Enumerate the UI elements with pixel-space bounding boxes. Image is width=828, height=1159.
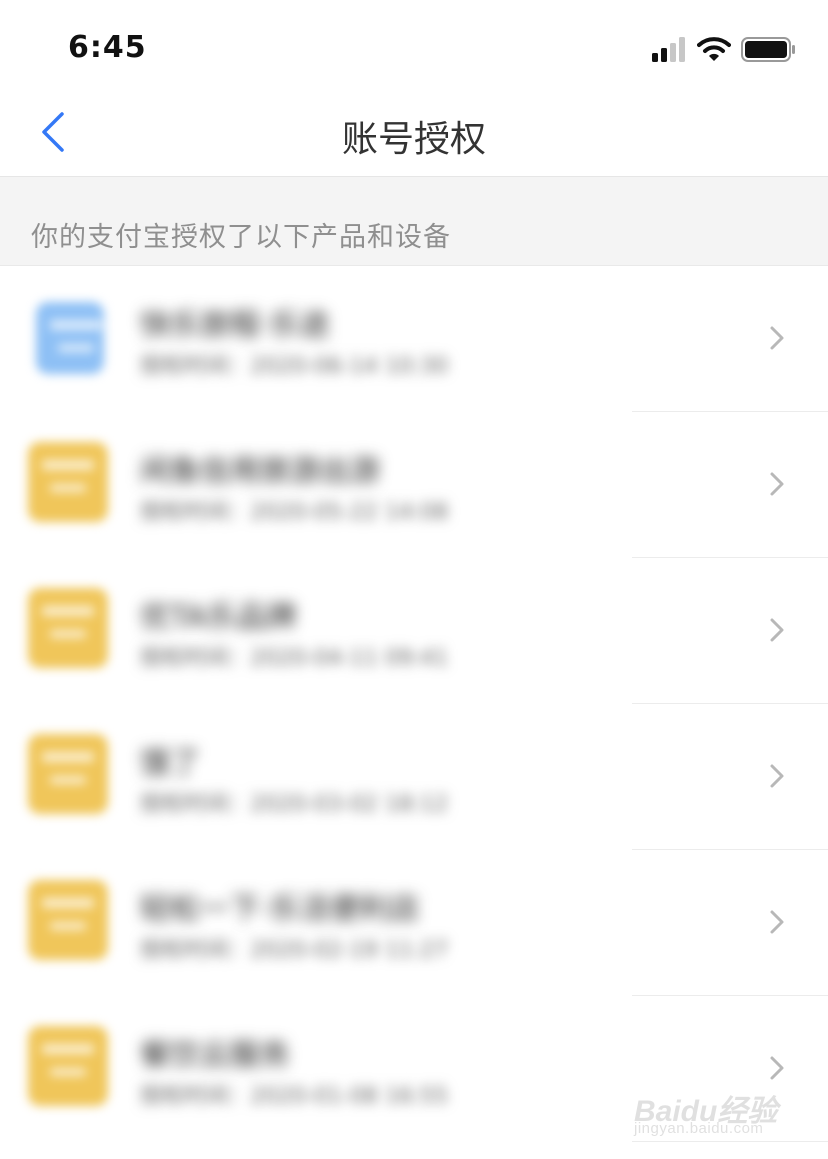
item-subtitle: 授权时间：2020-03-02 18:12 <box>140 792 449 817</box>
item-title: 快乐旅程·乐途 <box>140 308 330 343</box>
app-icon <box>28 1026 108 1106</box>
app-icon <box>36 302 104 374</box>
list-item[interactable]: 快乐旅程·乐途 授权时间：2020-06-14 10:30 <box>0 266 828 412</box>
status-bar: 6:45 <box>0 0 828 96</box>
authorized-app-list: 快乐旅程·乐途 授权时间：2020-06-14 10:30 闲鱼信用旅游出游 授… <box>0 266 828 1142</box>
chevron-right-icon <box>770 910 784 934</box>
section-header: 你的支付宝授权了以下产品和设备 <box>0 177 828 266</box>
cellular-signal-icon <box>652 36 688 62</box>
app-icon <box>28 588 108 668</box>
item-subtitle: 授权时间：2020-01-08 16:55 <box>140 1084 449 1109</box>
app-icon <box>28 880 108 960</box>
list-item[interactable]: 饿了 授权时间：2020-03-02 18:12 <box>0 704 828 850</box>
wifi-icon <box>697 37 731 61</box>
item-subtitle: 授权时间：2020-06-14 10:30 <box>140 354 449 379</box>
baidu-jingyan-watermark: Baidu经验 jingyan.baidu.com <box>634 1066 794 1146</box>
item-subtitle: 授权时间：2020-05-22 14:08 <box>140 500 449 525</box>
list-item[interactable]: 闲鱼信用旅游出游 授权时间：2020-05-22 14:08 <box>0 412 828 558</box>
chevron-right-icon <box>770 618 784 642</box>
page-title: 账号授权 <box>341 119 486 160</box>
watermark-url: jingyan.baidu.com <box>634 1120 764 1137</box>
app-icon <box>28 734 108 814</box>
battery-icon <box>741 37 795 62</box>
item-title: 优TA乐品牌 <box>140 600 297 635</box>
chevron-right-icon <box>770 764 784 788</box>
item-subtitle: 授权时间：2020-02-19 11:27 <box>140 938 449 963</box>
item-title: 轻松一下·乐活便利店 <box>140 892 420 927</box>
item-title: 饿了 <box>140 746 200 781</box>
app-icon <box>28 442 108 522</box>
chevron-right-icon <box>770 472 784 496</box>
section-header-text: 你的支付宝授权了以下产品和设备 <box>31 222 451 253</box>
list-item[interactable]: 优TA乐品牌 授权时间：2020-04-11 09:41 <box>0 558 828 704</box>
item-title: 餐饮云服务 <box>140 1038 290 1073</box>
item-subtitle: 授权时间：2020-04-11 09:41 <box>140 646 449 671</box>
navigation-bar: 账号授权 <box>0 96 828 177</box>
chevron-right-icon <box>770 326 784 350</box>
list-item[interactable]: 轻松一下·乐活便利店 授权时间：2020-02-19 11:27 <box>0 850 828 996</box>
item-title: 闲鱼信用旅游出游 <box>140 454 380 489</box>
status-time: 6:45 <box>68 30 147 65</box>
